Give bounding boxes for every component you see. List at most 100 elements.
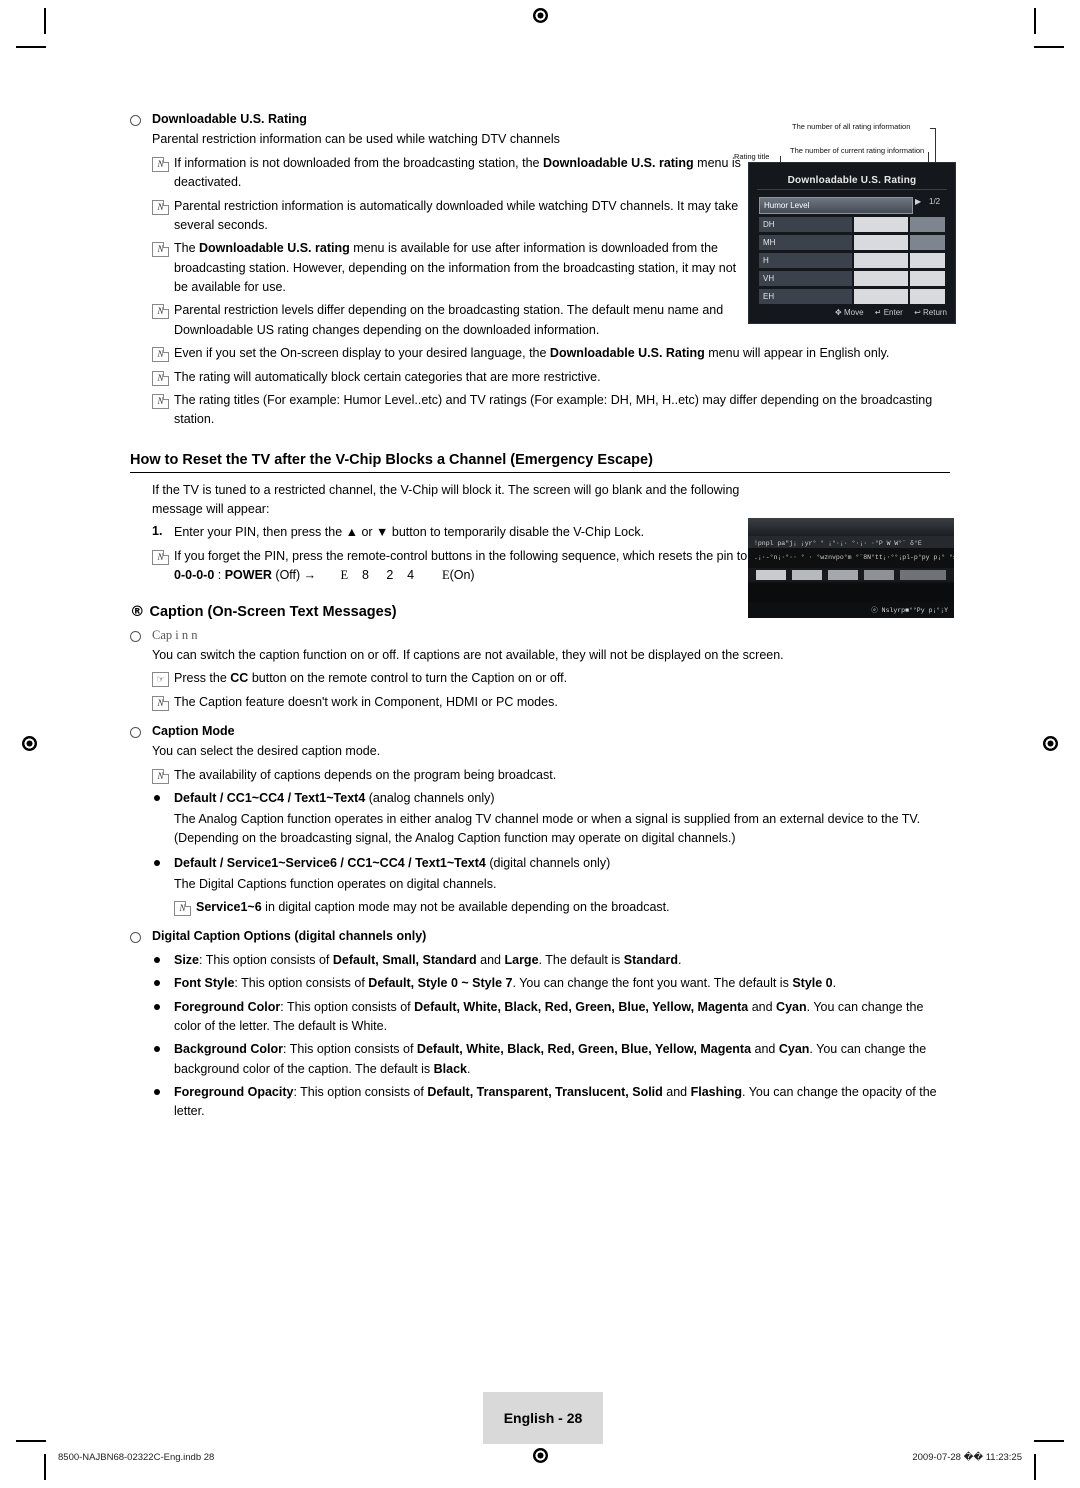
screenshot-text-line1: !pnpl pa"j¡ ¡yr° ° ¡°·¡· °·¡· ·°P W W°¨ … xyxy=(754,540,922,547)
caption-mode-text: You can select the desired caption mode. xyxy=(152,744,381,759)
circle-bullet-icon xyxy=(130,722,152,741)
note-icon: N xyxy=(152,391,174,409)
osd-row-label: MH xyxy=(759,235,852,250)
caption-item1-row: Cap i n n xyxy=(130,626,950,645)
heading-caption: Caption (On-Screen Text Messages) xyxy=(149,603,397,620)
osd-row[interactable]: H xyxy=(759,253,945,268)
circle-bullet-icon xyxy=(130,927,152,946)
option-background-color: Background Color: This option consists o… xyxy=(174,1042,927,1076)
crop-mark-bottom-left xyxy=(44,1454,46,1480)
dot-row: Font Style: This option consists of Defa… xyxy=(152,974,942,993)
note-text: The rating titles (For example: Humor Le… xyxy=(174,392,933,427)
vchip-step-text: Enter your PIN, then press the ▲ or ▼ bu… xyxy=(174,525,645,540)
osd-screenshot: Downloadable U.S. Rating Humor Level ▶ 1… xyxy=(748,162,956,324)
option-foreground-opacity: Foreground Opacity: This option consists… xyxy=(174,1085,937,1119)
note-icon: N xyxy=(152,301,174,320)
dot-bullet-icon xyxy=(152,1040,174,1055)
osd-row-label: H xyxy=(759,253,852,268)
page-number-tab: English - 28 xyxy=(483,1392,603,1444)
dot-row: Foreground Color: This option consists o… xyxy=(152,998,942,1037)
note-text: If you forget the PIN, press the remote-… xyxy=(174,548,748,583)
osd-footer-hints: ✥ Move ↵ Enter ↩ Return xyxy=(749,308,955,317)
note-text: The rating will automatically block cert… xyxy=(174,369,601,384)
note-text: The availability of captions depends on … xyxy=(174,767,557,782)
dot-row: Foreground Opacity: This option consists… xyxy=(152,1083,942,1122)
digital-text: The Digital Captions function operates o… xyxy=(174,876,497,891)
note-row: N Service1~6 in digital caption mode may… xyxy=(174,898,942,917)
circle-bullet-icon xyxy=(130,110,152,129)
osd-hint-move: ✥ Move xyxy=(835,308,864,317)
osd-row[interactable]: MH xyxy=(759,235,945,250)
caption-item1-text: You can switch the caption function on o… xyxy=(152,647,784,662)
crop-mark-top-left xyxy=(44,8,46,34)
circle-bullet-icon xyxy=(130,626,152,645)
note-text: The Caption feature doesn't work in Comp… xyxy=(174,694,558,709)
registration-mark-right xyxy=(1043,736,1058,751)
crop-mark-top-right xyxy=(1034,8,1036,34)
note-text: Parental restriction levels differ depen… xyxy=(174,303,724,337)
callout-line-1-tick xyxy=(930,128,936,129)
crop-mark-left-bottom xyxy=(16,1440,46,1442)
footer-timestamp: 2009-07-28 �� 11:23:25 xyxy=(912,1452,1022,1463)
screenshot-text-line2: .¡·-°n¡·°·· ° · °wznvpo°m °¨8N°tt¡·°°¡pl… xyxy=(754,554,954,561)
osd-next-arrow-icon[interactable]: ▶ xyxy=(915,197,921,206)
osd-row[interactable]: VH xyxy=(759,271,945,286)
osd-rating-list: DH MH H VH EH xyxy=(759,217,945,307)
dot-bullet-icon xyxy=(152,789,174,804)
note-icon: N xyxy=(174,898,196,916)
option-foreground-color: Foreground Color: This option consists o… xyxy=(174,999,924,1033)
digital-options-label: Digital Caption Options (digital channel… xyxy=(152,929,427,944)
note-row: N If information is not downloaded from … xyxy=(152,154,752,193)
dot-row: Default / Service1~Service6 / CC1~CC4 / … xyxy=(152,854,942,873)
osd-row-label: EH xyxy=(759,289,852,304)
note-text: If information is not downloaded from th… xyxy=(174,155,741,190)
note-row: N The rating will automatically block ce… xyxy=(152,368,942,387)
manual-page: Downloadable U.S. Rating Parental restri… xyxy=(0,0,1080,1488)
osd-selected-row[interactable]: Humor Level xyxy=(759,197,913,214)
note-text: Press the CC button on the remote contro… xyxy=(174,671,568,686)
crop-mark-left-top xyxy=(16,46,46,48)
note-row: N If you forget the PIN, press the remot… xyxy=(152,547,752,586)
osd-hint-return: ↩ Return xyxy=(914,308,947,317)
dot-row: Background Color: This option consists o… xyxy=(152,1040,942,1079)
osd-title: Downloadable U.S. Rating xyxy=(787,175,917,186)
caption-mode-label: Caption Mode xyxy=(152,724,235,738)
note-icon: N xyxy=(152,197,174,215)
footer-file-name: 8500-NAJBN68-02322C-Eng.indb 28 xyxy=(58,1452,215,1463)
vchip-block-screenshot: !pnpl pa"j¡ ¡yr° ° ¡°·¡· °·¡· ·°P W W°¨ … xyxy=(748,518,954,618)
crop-mark-bottom-right xyxy=(1034,1454,1036,1480)
callout-rating-title: Rating title xyxy=(734,152,770,161)
digital-label: Default / Service1~Service6 / CC1~CC4 / … xyxy=(174,856,611,871)
option-size: Size: This option consists of Default, S… xyxy=(174,952,682,967)
osd-row[interactable]: DH xyxy=(759,217,945,232)
osd-row[interactable]: EH xyxy=(759,289,945,304)
note-row: ☞ Press the CC button on the remote cont… xyxy=(152,669,942,688)
caption-item1-label: Cap i n n xyxy=(152,627,198,642)
note-icon: N xyxy=(152,344,174,363)
note-row: N Parental restriction levels differ dep… xyxy=(152,301,752,340)
heading-vchip: How to Reset the TV after the V-Chip Blo… xyxy=(130,452,950,473)
note-text: Service1~6 in digital caption mode may n… xyxy=(196,900,670,914)
note-text: The Downloadable U.S. rating menu is ava… xyxy=(174,241,737,294)
screenshot-footer-text: ⓔ Nslyrp■°°Py p¡°¡Y xyxy=(871,607,948,614)
dot-bullet-icon xyxy=(152,998,174,1013)
note-icon: N xyxy=(152,547,174,565)
registration-mark-left xyxy=(22,736,37,751)
crop-mark-right-top xyxy=(1034,46,1064,48)
note-icon: N xyxy=(152,368,174,386)
registration-mark-top xyxy=(533,8,548,23)
vchip-step-row: 1. Enter your PIN, then press the ▲ or ▼… xyxy=(152,523,752,542)
analog-label: Default / CC1~CC4 / Text1~Text4 (analog … xyxy=(174,791,495,806)
callout-all-ratings: The number of all rating information xyxy=(792,122,911,131)
dot-bullet-icon xyxy=(152,854,174,869)
caption-section-marker: ® xyxy=(130,603,145,620)
dot-bullet-icon xyxy=(152,974,174,989)
callout-current-rating: The number of current rating information xyxy=(790,146,925,155)
heading-downloadable: Downloadable U.S. Rating xyxy=(152,112,307,126)
vchip-intro: If the TV is tuned to a restricted chann… xyxy=(152,482,740,516)
note-icon: N xyxy=(152,766,174,784)
registration-mark-bottom xyxy=(533,1448,548,1463)
note-icon: N xyxy=(152,693,174,711)
option-font-style: Font Style: This option consists of Defa… xyxy=(174,976,837,991)
osd-hint-enter: ↵ Enter xyxy=(874,308,903,317)
